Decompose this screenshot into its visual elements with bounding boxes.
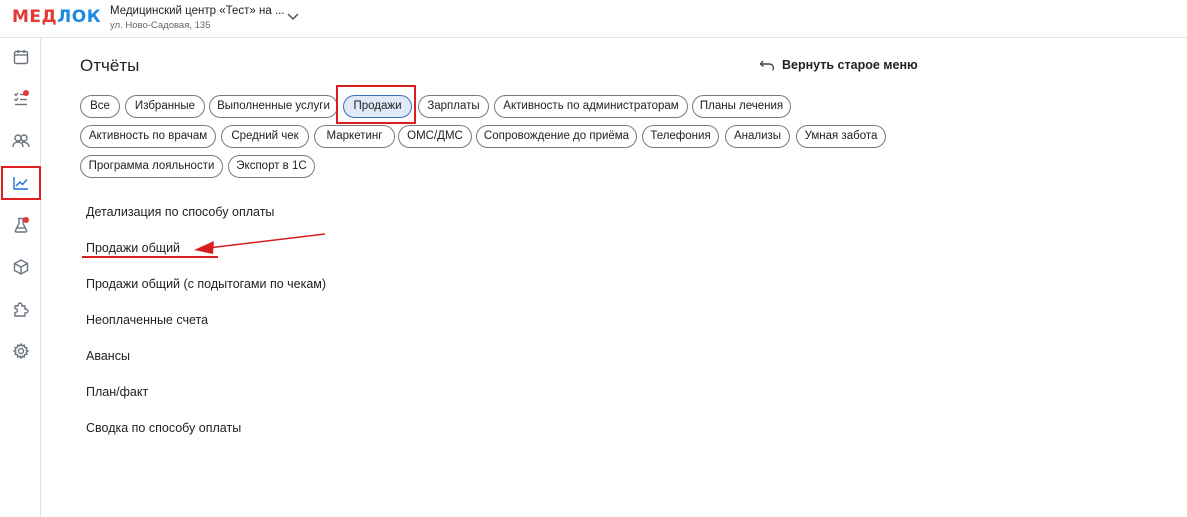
undo-icon <box>759 60 775 71</box>
filter-chip-doctor-activity[interactable]: Активность по врачам <box>80 125 216 148</box>
filter-chip-favorites[interactable]: Избранные <box>125 95 205 118</box>
report-link-sales-general[interactable]: Продажи общий <box>86 241 180 255</box>
reports-chart-icon <box>13 177 28 190</box>
sidebar-item-reports[interactable] <box>1 166 41 200</box>
chevron-down-icon[interactable] <box>286 12 300 22</box>
annotation-highlight-box <box>336 85 416 124</box>
restore-old-menu-button[interactable]: Вернуть старое меню <box>759 58 918 72</box>
filter-chip-analyses[interactable]: Анализы <box>725 125 790 148</box>
filter-chip-treatment-plans[interactable]: Планы лечения <box>692 95 791 118</box>
report-link-unpaid-invoices[interactable]: Неоплаченные счета <box>86 313 208 327</box>
report-link-payment-method-summary[interactable]: Сводка по способу оплаты <box>86 421 241 435</box>
clinic-address: ул. Ново-Садовая, 135 <box>110 20 211 31</box>
settings-gear-icon <box>12 343 29 359</box>
report-link-plan-fact[interactable]: План/факт <box>86 385 148 399</box>
restore-old-menu-label: Вернуть старое меню <box>782 58 918 72</box>
report-link-advances[interactable]: Авансы <box>86 349 130 363</box>
annotation-underline <box>82 256 218 258</box>
filter-chip-all[interactable]: Все <box>80 95 120 118</box>
sidebar-item-integrations[interactable] <box>0 292 41 326</box>
filter-chip-admin-activity[interactable]: Активность по администраторам <box>494 95 688 118</box>
page-title: Отчёты <box>80 56 140 75</box>
sidebar-item-settings[interactable] <box>0 334 41 368</box>
filter-chip-marketing[interactable]: Маркетинг <box>314 125 395 148</box>
calendar-icon <box>13 50 28 65</box>
filter-chip-average-check[interactable]: Средний чек <box>221 125 309 148</box>
filter-chip-loyalty-program[interactable]: Программа лояльности <box>80 155 223 178</box>
filter-chip-smart-care[interactable]: Умная забота <box>796 125 886 148</box>
clinic-selector[interactable]: Медицинский центр «Тест» на ... ул. Ново… <box>110 4 285 33</box>
sidebar-item-patients[interactable] <box>0 124 41 158</box>
clinic-name: Медицинский центр «Тест» на ... <box>110 5 285 17</box>
sidebar-item-warehouse[interactable] <box>0 250 41 284</box>
filter-chip-telephony[interactable]: Телефония <box>642 125 719 148</box>
annotation-arrow <box>194 233 326 254</box>
box-icon <box>13 259 28 275</box>
logo-text-red: МЕД <box>12 7 58 27</box>
filter-chip-pre-visit-support[interactable]: Сопровождение до приёма <box>476 125 637 148</box>
sidebar-item-tasks[interactable] <box>0 82 41 116</box>
puzzle-icon <box>13 302 29 317</box>
brand-logo[interactable]: МЕДЛОК <box>12 7 101 27</box>
patients-icon <box>11 134 30 148</box>
sidebar-item-lab[interactable] <box>0 208 41 242</box>
notification-badge <box>23 90 29 96</box>
top-bar: МЕДЛОК Медицинский центр «Тест» на ... у… <box>0 0 1187 38</box>
filter-chip-oms-dms[interactable]: ОМС/ДМС <box>398 125 472 148</box>
sidebar <box>0 38 41 517</box>
filter-chip-salaries[interactable]: Зарплаты <box>418 95 489 118</box>
filter-chip-export-1c[interactable]: Экспорт в 1С <box>228 155 315 178</box>
notification-badge <box>23 217 29 223</box>
report-link-payment-method-details[interactable]: Детализация по способу оплаты <box>86 205 274 219</box>
logo-text-blue: ЛОК <box>57 7 102 27</box>
report-link-sales-general-subtotals[interactable]: Продажи общий (с подытогами по чекам) <box>86 277 326 291</box>
sidebar-item-calendar[interactable] <box>0 40 41 74</box>
filter-chip-completed-services[interactable]: Выполненные услуги <box>209 95 338 118</box>
